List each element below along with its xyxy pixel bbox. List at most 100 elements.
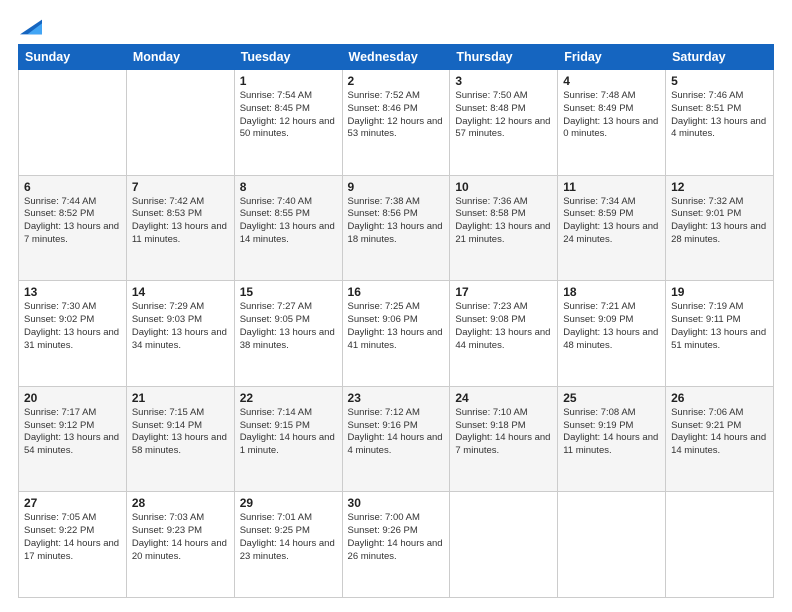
calendar-cell: 22 Sunrise: 7:14 AM Sunset: 9:15 PM Dayli… bbox=[234, 386, 342, 492]
day-info: Sunrise: 7:01 AM Sunset: 9:25 PM Dayligh… bbox=[240, 512, 337, 563]
day-info: Sunrise: 7:05 AM Sunset: 9:22 PM Dayligh… bbox=[24, 512, 121, 563]
day-number: 19 bbox=[671, 285, 768, 299]
logo-icon bbox=[20, 16, 42, 38]
day-number: 27 bbox=[24, 496, 121, 510]
day-info: Sunrise: 7:00 AM Sunset: 9:26 PM Dayligh… bbox=[348, 512, 445, 563]
calendar-cell: 27 Sunrise: 7:05 AM Sunset: 9:22 PM Dayli… bbox=[19, 492, 127, 598]
calendar-cell bbox=[666, 492, 774, 598]
calendar-cell: 28 Sunrise: 7:03 AM Sunset: 9:23 PM Dayli… bbox=[126, 492, 234, 598]
day-info: Sunrise: 7:08 AM Sunset: 9:19 PM Dayligh… bbox=[563, 407, 660, 458]
calendar-cell bbox=[19, 70, 127, 176]
day-info: Sunrise: 7:14 AM Sunset: 9:15 PM Dayligh… bbox=[240, 407, 337, 458]
calendar-header-sunday: Sunday bbox=[19, 45, 127, 70]
calendar-cell: 9Sunrise: 7:38 AM Sunset: 8:56 PM Daylig… bbox=[342, 175, 450, 281]
day-number: 20 bbox=[24, 391, 121, 405]
calendar-cell: 18 Sunrise: 7:21 AM Sunset: 9:09 PM Dayli… bbox=[558, 281, 666, 387]
calendar-cell: 2 Sunrise: 7:52 AM Sunset: 8:46 PM Daylig… bbox=[342, 70, 450, 176]
day-number: 7 bbox=[132, 180, 229, 194]
calendar-header-tuesday: Tuesday bbox=[234, 45, 342, 70]
day-number: 15 bbox=[240, 285, 337, 299]
day-number: 11 bbox=[563, 180, 660, 194]
day-info: Sunrise: 7:23 AM Sunset: 9:08 PM Dayligh… bbox=[455, 301, 552, 352]
header bbox=[18, 18, 774, 34]
day-info: Sunrise: 7:50 AM Sunset: 8:48 PM Dayligh… bbox=[455, 90, 552, 141]
calendar-cell: 8 Sunrise: 7:40 AM Sunset: 8:55 PM Daylig… bbox=[234, 175, 342, 281]
calendar-week-3: 13 Sunrise: 7:30 AM Sunset: 9:02 PM Dayli… bbox=[19, 281, 774, 387]
day-info: Sunrise: 7:03 AM Sunset: 9:23 PM Dayligh… bbox=[132, 512, 229, 563]
day-info: Sunrise: 7:32 AM Sunset: 9:01 PM Dayligh… bbox=[671, 196, 768, 247]
calendar-week-2: 6 Sunrise: 7:44 AM Sunset: 8:52 PM Daylig… bbox=[19, 175, 774, 281]
day-info: Sunrise: 7:40 AM Sunset: 8:55 PM Dayligh… bbox=[240, 196, 337, 247]
calendar-week-4: 20Sunrise: 7:17 AM Sunset: 9:12 PM Dayli… bbox=[19, 386, 774, 492]
calendar-cell: 6 Sunrise: 7:44 AM Sunset: 8:52 PM Daylig… bbox=[19, 175, 127, 281]
day-info: Sunrise: 7:34 AM Sunset: 8:59 PM Dayligh… bbox=[563, 196, 660, 247]
calendar-cell: 12 Sunrise: 7:32 AM Sunset: 9:01 PM Dayli… bbox=[666, 175, 774, 281]
calendar-header-saturday: Saturday bbox=[666, 45, 774, 70]
day-number: 13 bbox=[24, 285, 121, 299]
calendar-header-wednesday: Wednesday bbox=[342, 45, 450, 70]
day-number: 18 bbox=[563, 285, 660, 299]
day-number: 22 bbox=[240, 391, 337, 405]
calendar-header-monday: Monday bbox=[126, 45, 234, 70]
calendar-cell: 15 Sunrise: 7:27 AM Sunset: 9:05 PM Dayli… bbox=[234, 281, 342, 387]
calendar-cell: 20Sunrise: 7:17 AM Sunset: 9:12 PM Dayli… bbox=[19, 386, 127, 492]
day-number: 25 bbox=[563, 391, 660, 405]
day-info: Sunrise: 7:38 AM Sunset: 8:56 PM Dayligh… bbox=[348, 196, 445, 247]
calendar-cell: 7Sunrise: 7:42 AM Sunset: 8:53 PM Daylig… bbox=[126, 175, 234, 281]
day-info: Sunrise: 7:29 AM Sunset: 9:03 PM Dayligh… bbox=[132, 301, 229, 352]
calendar-cell: 14 Sunrise: 7:29 AM Sunset: 9:03 PM Dayli… bbox=[126, 281, 234, 387]
calendar-cell: 16 Sunrise: 7:25 AM Sunset: 9:06 PM Dayli… bbox=[342, 281, 450, 387]
day-info: Sunrise: 7:27 AM Sunset: 9:05 PM Dayligh… bbox=[240, 301, 337, 352]
calendar-cell: 4 Sunrise: 7:48 AM Sunset: 8:49 PM Daylig… bbox=[558, 70, 666, 176]
day-info: Sunrise: 7:48 AM Sunset: 8:49 PM Dayligh… bbox=[563, 90, 660, 141]
day-number: 28 bbox=[132, 496, 229, 510]
calendar-week-5: 27 Sunrise: 7:05 AM Sunset: 9:22 PM Dayli… bbox=[19, 492, 774, 598]
day-number: 5 bbox=[671, 74, 768, 88]
calendar-cell: 26 Sunrise: 7:06 AM Sunset: 9:21 PM Dayli… bbox=[666, 386, 774, 492]
day-number: 16 bbox=[348, 285, 445, 299]
calendar-cell: 21 Sunrise: 7:15 AM Sunset: 9:14 PM Dayli… bbox=[126, 386, 234, 492]
day-number: 14 bbox=[132, 285, 229, 299]
day-number: 10 bbox=[455, 180, 552, 194]
day-number: 1 bbox=[240, 74, 337, 88]
calendar-cell: 29 Sunrise: 7:01 AM Sunset: 9:25 PM Dayli… bbox=[234, 492, 342, 598]
day-number: 29 bbox=[240, 496, 337, 510]
day-number: 3 bbox=[455, 74, 552, 88]
day-number: 8 bbox=[240, 180, 337, 194]
calendar-cell: 13 Sunrise: 7:30 AM Sunset: 9:02 PM Dayli… bbox=[19, 281, 127, 387]
day-info: Sunrise: 7:15 AM Sunset: 9:14 PM Dayligh… bbox=[132, 407, 229, 458]
day-number: 30 bbox=[348, 496, 445, 510]
calendar-cell: 19 Sunrise: 7:19 AM Sunset: 9:11 PM Dayli… bbox=[666, 281, 774, 387]
day-number: 21 bbox=[132, 391, 229, 405]
calendar-cell bbox=[126, 70, 234, 176]
day-number: 2 bbox=[348, 74, 445, 88]
day-number: 17 bbox=[455, 285, 552, 299]
page: SundayMondayTuesdayWednesdayThursdayFrid… bbox=[0, 0, 792, 612]
day-number: 24 bbox=[455, 391, 552, 405]
day-number: 6 bbox=[24, 180, 121, 194]
calendar-cell: 30 Sunrise: 7:00 AM Sunset: 9:26 PM Dayli… bbox=[342, 492, 450, 598]
day-info: Sunrise: 7:44 AM Sunset: 8:52 PM Dayligh… bbox=[24, 196, 121, 247]
calendar-cell: 23Sunrise: 7:12 AM Sunset: 9:16 PM Dayli… bbox=[342, 386, 450, 492]
calendar-cell: 10Sunrise: 7:36 AM Sunset: 8:58 PM Dayli… bbox=[450, 175, 558, 281]
day-info: Sunrise: 7:06 AM Sunset: 9:21 PM Dayligh… bbox=[671, 407, 768, 458]
day-info: Sunrise: 7:19 AM Sunset: 9:11 PM Dayligh… bbox=[671, 301, 768, 352]
calendar-cell: 11 Sunrise: 7:34 AM Sunset: 8:59 PM Dayli… bbox=[558, 175, 666, 281]
day-number: 23 bbox=[348, 391, 445, 405]
calendar-cell: 24Sunrise: 7:10 AM Sunset: 9:18 PM Dayli… bbox=[450, 386, 558, 492]
day-info: Sunrise: 7:52 AM Sunset: 8:46 PM Dayligh… bbox=[348, 90, 445, 141]
calendar-header-friday: Friday bbox=[558, 45, 666, 70]
day-number: 26 bbox=[671, 391, 768, 405]
day-info: Sunrise: 7:21 AM Sunset: 9:09 PM Dayligh… bbox=[563, 301, 660, 352]
day-number: 12 bbox=[671, 180, 768, 194]
calendar-header-thursday: Thursday bbox=[450, 45, 558, 70]
day-number: 4 bbox=[563, 74, 660, 88]
calendar-cell: 5 Sunrise: 7:46 AM Sunset: 8:51 PM Daylig… bbox=[666, 70, 774, 176]
day-info: Sunrise: 7:46 AM Sunset: 8:51 PM Dayligh… bbox=[671, 90, 768, 141]
calendar-cell: 25 Sunrise: 7:08 AM Sunset: 9:19 PM Dayli… bbox=[558, 386, 666, 492]
calendar-cell bbox=[558, 492, 666, 598]
calendar-cell: 1Sunrise: 7:54 AM Sunset: 8:45 PM Daylig… bbox=[234, 70, 342, 176]
day-info: Sunrise: 7:30 AM Sunset: 9:02 PM Dayligh… bbox=[24, 301, 121, 352]
calendar-cell: 3 Sunrise: 7:50 AM Sunset: 8:48 PM Daylig… bbox=[450, 70, 558, 176]
day-info: Sunrise: 7:25 AM Sunset: 9:06 PM Dayligh… bbox=[348, 301, 445, 352]
